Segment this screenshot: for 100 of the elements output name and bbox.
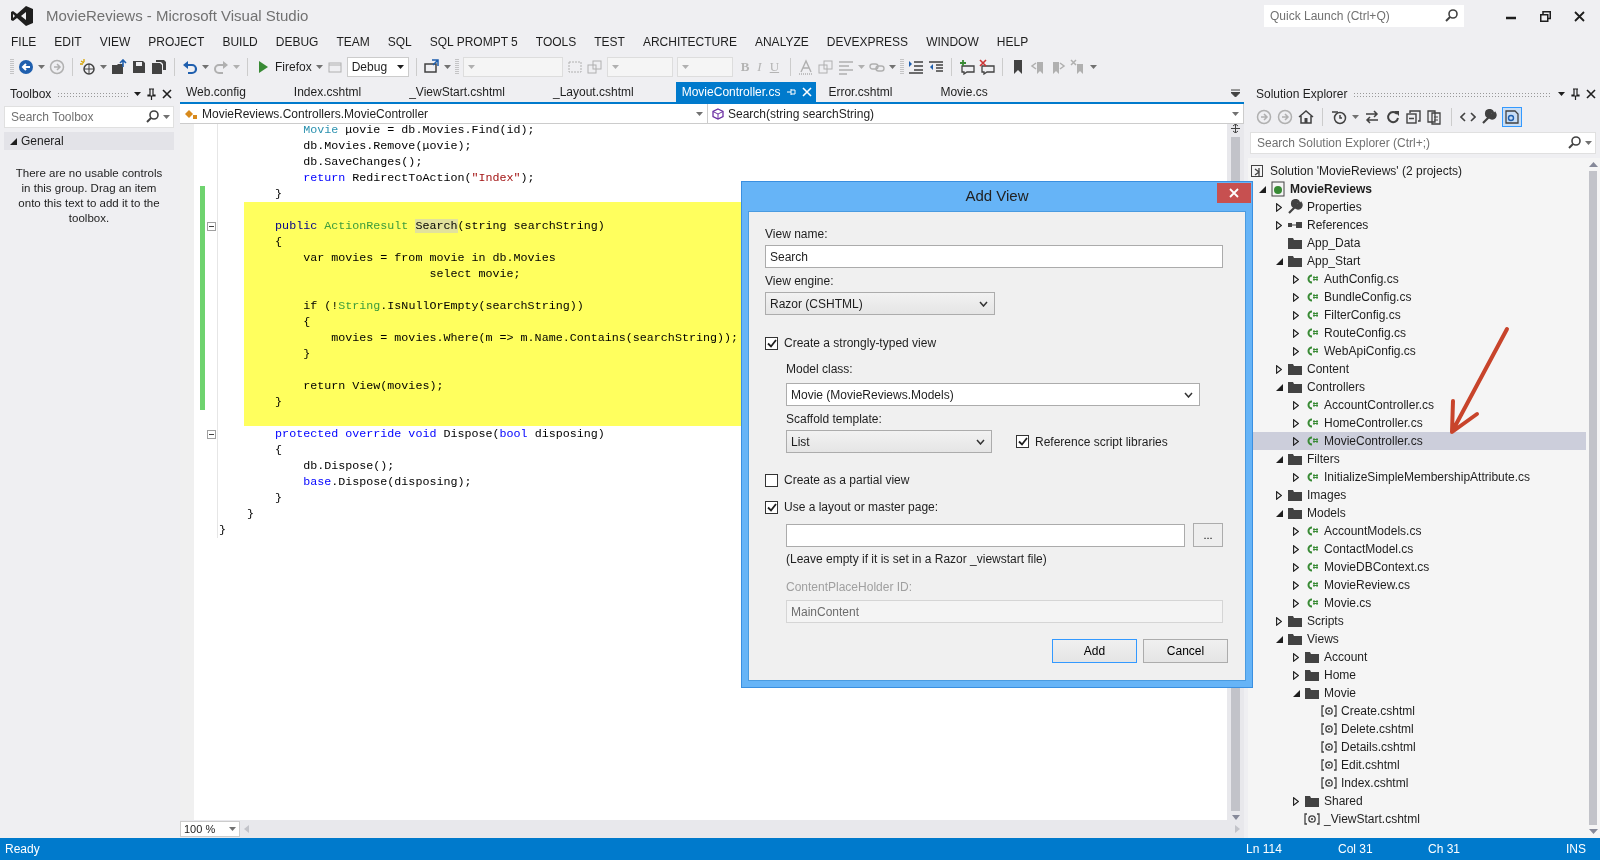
tree-item[interactable]: Home <box>1324 666 1356 684</box>
expanded-icon[interactable] <box>1275 257 1283 265</box>
view-engine-dropdown[interactable]: Razor (CSHTML) <box>765 292 995 315</box>
tree-item[interactable]: Content <box>1307 360 1350 378</box>
tree-item[interactable]: Solution 'MovieReviews' (2 projects) <box>1270 162 1462 180</box>
scroll-up-icon[interactable] <box>1588 162 1598 167</box>
expanded-icon[interactable] <box>10 137 17 145</box>
scroll-down-icon[interactable] <box>1588 829 1598 834</box>
refresh-icon[interactable] <box>1385 109 1401 125</box>
menu-item[interactable]: PROJECT <box>139 32 214 52</box>
menu-item[interactable]: DEVEXPRESS <box>817 32 918 52</box>
close-icon[interactable] <box>162 89 172 99</box>
caret-icon[interactable] <box>134 92 141 96</box>
indent-icon[interactable] <box>908 59 925 75</box>
browse-button[interactable]: ... <box>1193 523 1223 547</box>
scaffold-template-dropdown[interactable]: List <box>786 430 992 453</box>
tab-list-icon[interactable] <box>1231 88 1240 97</box>
search-field[interactable]: Search Solution Explorer (Ctrl+;) <box>1250 132 1596 154</box>
history-icon[interactable] <box>1331 109 1347 125</box>
menu-item[interactable]: WINDOW <box>917 32 988 52</box>
tree-item[interactable]: Delete.cshtml <box>1341 720 1414 738</box>
expanded-icon[interactable] <box>1275 455 1283 463</box>
tree-item[interactable]: Views <box>1307 630 1339 648</box>
collapsed-icon[interactable] <box>1276 202 1282 212</box>
tree-item[interactable]: MovieReviews <box>1290 180 1373 198</box>
run-target-button[interactable]: Firefox <box>275 58 312 76</box>
menu-item[interactable]: HELP <box>987 32 1038 52</box>
model-class-dropdown[interactable]: Movie (MovieReviews.Models) <box>786 383 1200 406</box>
tree-item[interactable]: Scripts <box>1307 612 1344 630</box>
open-file-icon[interactable] <box>111 59 127 75</box>
home-icon[interactable] <box>1298 109 1314 125</box>
tree-item[interactable]: Images <box>1307 486 1347 504</box>
collapsed-icon[interactable] <box>1293 346 1299 356</box>
collapse-all-icon[interactable] <box>1406 109 1422 125</box>
collapsed-icon[interactable] <box>1293 562 1299 572</box>
checkbox[interactable] <box>765 500 778 514</box>
tree-item[interactable]: FilterConfig.cs <box>1324 306 1401 324</box>
collapsed-icon[interactable] <box>1293 418 1299 428</box>
expanded-icon[interactable] <box>1292 689 1300 697</box>
tree-item[interactable]: RouteConfig.cs <box>1324 324 1407 342</box>
tree-item[interactable]: Create.cshtml <box>1341 702 1416 720</box>
collapsed-icon[interactable] <box>1276 220 1282 230</box>
tree-item[interactable]: MovieController.cs <box>1324 432 1423 450</box>
search-icon[interactable] <box>146 110 159 123</box>
collapsed-icon[interactable] <box>1293 436 1299 446</box>
expanded-icon[interactable] <box>1275 635 1283 643</box>
menu-item[interactable]: ARCHITECTURE <box>633 32 746 52</box>
editor-tab[interactable]: Error.cshtml <box>822 82 935 102</box>
outdent-icon[interactable] <box>928 59 945 75</box>
tree-item[interactable]: _ViewStart.cshtml <box>1324 810 1420 828</box>
dialog-button[interactable]: Cancel <box>1143 639 1228 663</box>
collapsed-icon[interactable] <box>1293 580 1299 590</box>
view-name-field[interactable]: Search <box>765 245 1223 268</box>
close-icon[interactable] <box>1573 10 1585 22</box>
tree-item[interactable]: Edit.cshtml <box>1341 756 1400 774</box>
pin-icon[interactable] <box>1571 88 1580 100</box>
menu-item[interactable]: TOOLS <box>526 32 586 52</box>
tree-item[interactable]: InitializeSimpleMembershipAttribute.cs <box>1324 468 1531 486</box>
tree-item[interactable]: WebApiConfig.cs <box>1324 342 1416 360</box>
tree-item[interactable]: Movie.cs <box>1324 594 1372 612</box>
configuration-dropdown[interactable]: Debug <box>346 57 409 77</box>
tree-item[interactable]: MovieDBContext.cs <box>1324 558 1430 576</box>
caret-icon[interactable] <box>396 65 404 69</box>
collapsed-icon[interactable] <box>1276 490 1282 500</box>
restore-icon[interactable] <box>1539 10 1551 22</box>
expanded-icon[interactable] <box>1275 509 1283 517</box>
search-icon[interactable] <box>1568 136 1581 149</box>
tree-item[interactable]: MovieReview.cs <box>1324 576 1411 594</box>
checkbox-label[interactable]: Use a layout or master page: <box>784 498 939 516</box>
copy-pages-icon[interactable] <box>1427 109 1443 125</box>
checkbox-label[interactable]: Create a strongly-typed view <box>784 334 937 352</box>
tree-item[interactable]: References <box>1307 216 1369 234</box>
collapsed-icon[interactable] <box>1293 544 1299 554</box>
editor-tab[interactable]: _Layout.cshtml <box>547 82 676 102</box>
zoom-dropdown[interactable]: 100 % <box>180 821 240 837</box>
collapsed-icon[interactable] <box>1293 310 1299 320</box>
editor-tab[interactable]: Index.cshtml <box>287 82 404 102</box>
tree-item[interactable]: Filters <box>1307 450 1340 468</box>
search-field[interactable]: Search Toolbox <box>4 106 174 128</box>
tree-item[interactable]: ContactModel.cs <box>1324 540 1414 558</box>
tree-item[interactable]: Properties <box>1307 198 1362 216</box>
menu-item[interactable]: TEST <box>585 32 634 52</box>
collapsed-icon[interactable] <box>1276 616 1282 626</box>
attach-icon[interactable] <box>423 59 440 75</box>
checkbox[interactable] <box>765 473 778 487</box>
menu-item[interactable]: SQL <box>378 32 421 52</box>
dialog-button[interactable]: Add <box>1052 639 1137 663</box>
close-icon[interactable] <box>1586 89 1596 99</box>
tree-item[interactable]: Account <box>1324 648 1368 666</box>
menu-item[interactable]: SQL PROMPT 5 <box>420 32 527 52</box>
layout-page-field[interactable] <box>786 523 1185 547</box>
tree-item[interactable]: Movie <box>1324 684 1356 702</box>
tree-item[interactable]: AccountModels.cs <box>1324 522 1422 540</box>
collapsed-icon[interactable] <box>1276 364 1282 374</box>
menu-item[interactable]: VIEW <box>90 32 140 52</box>
checkbox[interactable] <box>765 336 778 350</box>
menu-item[interactable]: DEBUG <box>266 32 328 52</box>
tree-item[interactable]: App_Start <box>1307 252 1361 270</box>
preview-icon[interactable] <box>1502 107 1522 127</box>
tree-item[interactable]: Models <box>1307 504 1346 522</box>
